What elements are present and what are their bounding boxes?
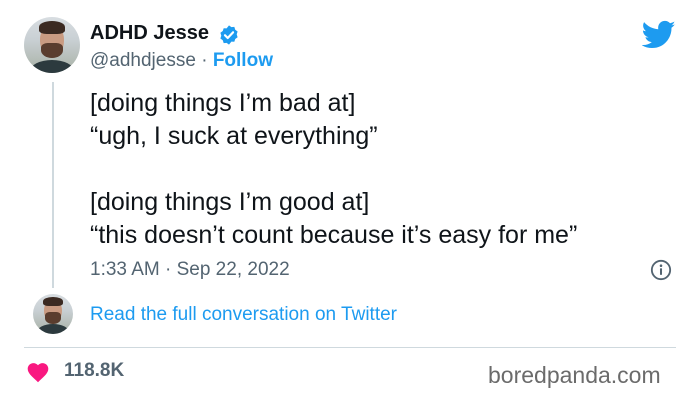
read-conversation-link[interactable]: Read the full conversation on Twitter [90,304,397,326]
author-handle[interactable]: @adhdjesse [90,50,196,71]
heart-icon[interactable] [26,361,50,383]
thread-line [52,82,54,288]
tweet-line: “ugh, I suck at everything” [90,122,378,150]
verified-badge-icon [220,25,238,45]
tweet-text: [doing things I’m bad at] “ugh, I suck a… [90,87,680,252]
info-icon[interactable] [650,259,672,281]
separator-dot: · [201,50,208,71]
avatar-beard [45,312,61,324]
twitter-bird-icon[interactable] [642,20,676,50]
avatar-shirt [29,59,75,73]
avatar-hair [38,21,66,34]
handle-row: @adhdjesse · Follow [90,50,273,72]
author-name[interactable]: ADHD Jesse [90,22,209,45]
author-avatar[interactable] [24,17,80,73]
avatar-beard [40,42,64,59]
avatar-shirt [37,324,69,334]
reply-avatar[interactable] [33,294,73,334]
avatar-hair [43,297,63,306]
tweet-timestamp[interactable]: 1:33 AM · Sep 22, 2022 [90,259,290,281]
tweet-line: [doing things I’m good at] [90,188,370,216]
watermark: boredpanda.com [488,362,661,388]
likes-count[interactable]: 118.8K [64,360,124,382]
tweet-line-break [90,153,680,186]
follow-button[interactable]: Follow [213,50,273,71]
divider [24,347,676,348]
tweet-line: “this doesn’t count because it’s easy fo… [90,221,578,249]
tweet-line: [doing things I’m bad at] [90,89,356,117]
